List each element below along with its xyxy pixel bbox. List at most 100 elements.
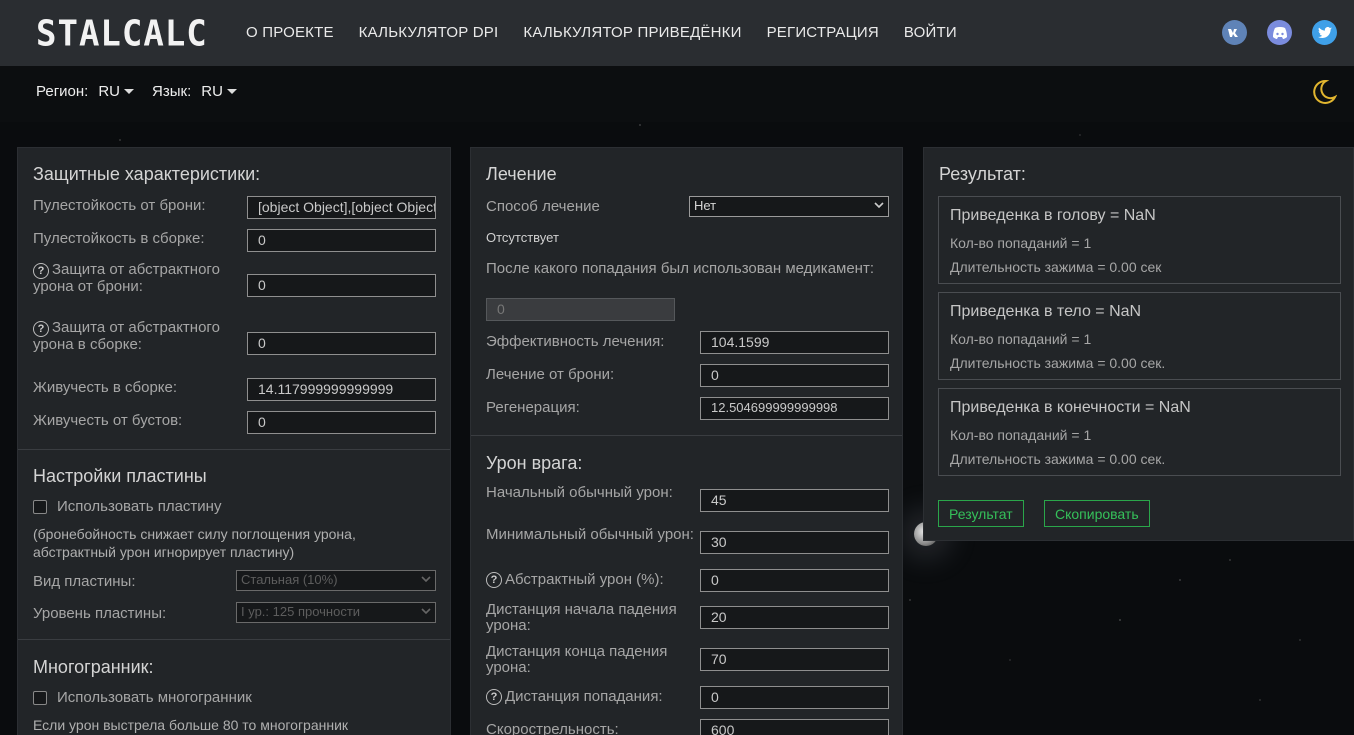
armor-heal-input[interactable]: 0: [700, 364, 889, 387]
after-hit-label: После какого попадания был использован м…: [486, 260, 875, 277]
main-nav: О ПРОЕКТЕ КАЛЬКУЛЯТОР DPI КАЛЬКУЛЯТОР ПР…: [246, 24, 957, 41]
armor-abstract-label: ? Защита от абстрактного урона от брони:: [33, 261, 220, 295]
copy-button[interactable]: Скопировать: [1044, 500, 1150, 527]
use-polyhedron-label: Использовать многогранник: [57, 689, 252, 706]
use-polyhedron-row[interactable]: Использовать многогранник: [33, 689, 252, 706]
after-hit-input: 0: [486, 298, 675, 321]
chevron-down-icon: [421, 608, 431, 615]
armor-bullet-res-label: Пулестойкость от брони:: [33, 197, 206, 214]
abstract-damage-input[interactable]: 0: [700, 569, 889, 592]
hit-distance-label: ? Дистанция попадания:: [486, 688, 663, 705]
use-polyhedron-checkbox[interactable]: [33, 690, 47, 705]
result-body-hold: Длительность зажима = 0.00 сек.: [950, 355, 1166, 371]
result-limbs-title: Приведенка в конечности = NaN: [950, 399, 1191, 416]
healing-absent-text: Отсутствует: [486, 230, 559, 245]
efficiency-label: Эффективность лечения:: [486, 333, 665, 350]
plate-level-label: Уровень пластины:: [33, 605, 167, 622]
build-bullet-res-input[interactable]: 0: [247, 229, 436, 252]
result-limbs-box: Приведенка в конечности = NaN Кол-во поп…: [938, 388, 1341, 476]
result-title: Результат:: [939, 164, 1026, 184]
nav-dpi-calculator[interactable]: КАЛЬКУЛЯТОР DPI: [359, 24, 499, 41]
divider: [471, 435, 902, 436]
build-vitality-input[interactable]: 14.117999999999999: [247, 378, 436, 401]
build-bullet-res-label: Пулестойкость в сборке:: [33, 230, 205, 247]
enemy-damage-title: Урон врага:: [486, 453, 583, 473]
help-icon[interactable]: ?: [33, 263, 49, 279]
armor-abstract-input[interactable]: 0: [247, 274, 436, 297]
polyhedron-note: Если урон выстрела больше 80 то многогра…: [33, 717, 349, 733]
plate-type-select[interactable]: Стальная (10%): [236, 570, 436, 591]
plate-title: Настройки пластины: [33, 466, 207, 486]
result-body-title: Приведенка в тело = NaN: [950, 303, 1142, 320]
vk-icon[interactable]: [1222, 20, 1247, 45]
result-body-box: Приведенка в тело = NaN Кол-во попаданий…: [938, 292, 1341, 380]
armor-heal-label: Лечение от брони:: [486, 366, 615, 383]
twitter-icon[interactable]: [1312, 20, 1337, 45]
boost-vitality-label: Живучесть от бустов:: [33, 412, 183, 429]
result-head-title: Приведенка в голову = NaN: [950, 207, 1156, 224]
healing-method-label: Способ лечение: [486, 198, 600, 215]
start-damage-input[interactable]: 45: [700, 489, 889, 512]
defense-panel: Защитные характеристики: Пулестойкость о…: [17, 147, 451, 735]
plate-note: (бронебойность снижает силу поглощения у…: [33, 526, 356, 560]
use-plate-row[interactable]: Использовать пластину: [33, 498, 221, 515]
nav-about[interactable]: О ПРОЕКТЕ: [246, 24, 334, 41]
help-icon[interactable]: ?: [33, 321, 49, 337]
nav-login[interactable]: ВОЙТИ: [904, 24, 957, 41]
polyhedron-title: Многогранник:: [33, 657, 154, 677]
rate-of-fire-input[interactable]: 600: [700, 719, 889, 735]
hit-distance-input[interactable]: 0: [700, 686, 889, 709]
abstract-damage-label: ? Абстрактный урон (%):: [486, 571, 664, 588]
armor-bullet-res-input[interactable]: [object Object],[object Object]: [247, 196, 436, 219]
result-panel: Результат: Приведенка в голову = NaN Кол…: [923, 147, 1354, 541]
caret-down-icon[interactable]: [226, 89, 237, 94]
top-navbar: STALCALC О ПРОЕКТЕ КАЛЬКУЛЯТОР DPI КАЛЬК…: [0, 0, 1354, 66]
falloff-end-input[interactable]: 70: [700, 648, 889, 671]
plate-level-select[interactable]: I ур.: 125 прочности: [236, 602, 436, 623]
defense-title: Защитные характеристики:: [33, 164, 261, 184]
result-limbs-hold: Длительность зажима = 0.00 сек.: [950, 451, 1166, 467]
result-button[interactable]: Результат: [938, 500, 1024, 527]
boost-vitality-input[interactable]: 0: [247, 411, 436, 434]
healing-panel: Лечение Способ лечение Нет Отсутствует П…: [470, 147, 903, 735]
language-select[interactable]: RU: [201, 83, 223, 100]
region-select[interactable]: RU: [98, 83, 120, 100]
help-icon[interactable]: ?: [486, 688, 502, 705]
build-abstract-input[interactable]: 0: [247, 332, 436, 355]
discord-icon[interactable]: [1267, 20, 1292, 45]
plate-type-label: Вид пластины:: [33, 573, 136, 590]
falloff-end-label: Дистанция конца падения урона:: [486, 643, 668, 676]
region-label: Регион:: [36, 83, 89, 100]
help-icon[interactable]: ?: [486, 571, 502, 588]
caret-down-icon[interactable]: [124, 89, 135, 94]
divider: [18, 449, 450, 450]
chevron-down-icon: [421, 576, 431, 583]
site-logo[interactable]: STALCALC: [36, 13, 208, 55]
region-language-row: Регион: RU Язык: RU: [36, 83, 255, 100]
healing-title: Лечение: [486, 164, 557, 184]
result-head-box: Приведенка в голову = NaN Кол-во попадан…: [938, 196, 1341, 284]
build-abstract-label: ? Защита от абстрактного урона в сборке:: [33, 319, 220, 353]
use-plate-checkbox[interactable]: [33, 499, 47, 514]
healing-method-select[interactable]: Нет: [689, 196, 889, 217]
regen-input[interactable]: 12.504699999999998: [700, 397, 889, 420]
falloff-start-input[interactable]: 20: [700, 606, 889, 629]
use-plate-label: Использовать пластину: [57, 498, 222, 515]
regen-label: Регенерация:: [486, 399, 580, 416]
efficiency-input[interactable]: 104.1599: [700, 331, 889, 354]
result-limbs-hits: Кол-во попаданий = 1: [950, 427, 1092, 443]
result-head-hits: Кол-во попаданий = 1: [950, 235, 1092, 251]
falloff-start-label: Дистанция начала падения урона:: [486, 601, 677, 634]
nav-register[interactable]: РЕГИСТРАЦИЯ: [767, 24, 879, 41]
moon-icon[interactable]: [1311, 79, 1337, 105]
build-vitality-label: Живучесть в сборке:: [33, 379, 178, 396]
start-damage-label: Начальный обычный урон:: [486, 484, 673, 501]
min-damage-label: Минимальный обычный урон:: [486, 526, 694, 543]
result-body-hits: Кол-во попаданий = 1: [950, 331, 1092, 347]
min-damage-input[interactable]: 30: [700, 531, 889, 554]
rate-of-fire-label: Скорострельность:: [486, 721, 619, 735]
chevron-down-icon: [874, 202, 884, 209]
result-head-hold: Длительность зажима = 0.00 сек: [950, 259, 1162, 275]
divider: [18, 639, 450, 640]
nav-effective-hp-calculator[interactable]: КАЛЬКУЛЯТОР ПРИВЕДЁНКИ: [523, 24, 741, 41]
